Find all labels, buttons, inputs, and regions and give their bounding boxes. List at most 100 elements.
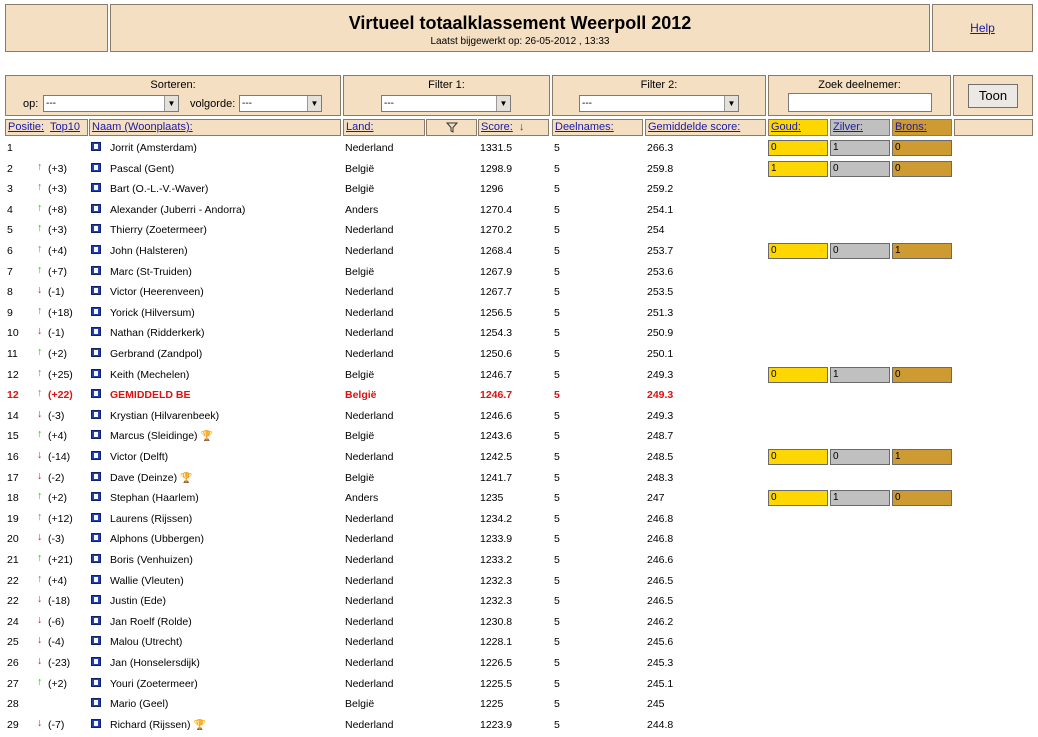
row-name: Alexander (Juberri - Andorra) [110, 204, 245, 216]
search-input[interactable] [788, 93, 932, 112]
table-row: 17 ↓ (-2) Dave (Deinze) 🏆 België 1241.7 5 248.3 [0, 468, 1038, 489]
participant-name: Keith (Mechelen) [110, 368, 190, 381]
silver-count: 0 [830, 449, 890, 465]
row-avg: 246.8 [647, 533, 674, 546]
participant-name: Boris (Venhuizen) [110, 554, 193, 566]
arrow-up-icon: ↑ [37, 510, 43, 523]
row-name: Malou (Utrecht) [110, 636, 182, 648]
sort-position-link[interactable]: Positie: [8, 121, 44, 133]
row-position: 15 [7, 430, 19, 443]
top10-link[interactable]: Top10 [50, 121, 80, 133]
op-label: op: [23, 98, 39, 110]
filter2-label: Filter 2: [640, 79, 678, 91]
sort-field-select[interactable]: --- ▼ [43, 95, 179, 112]
row-avg: 248.7 [647, 430, 674, 443]
row-country: België [345, 368, 375, 381]
arrow-down-icon: ↓ [37, 634, 43, 647]
sort-score-link[interactable]: Score: [481, 121, 513, 133]
table-row: 22 ↑ (+4) Wallie (Vleuten) Nederland 1232.3 5 2… [0, 571, 1038, 592]
row-name: Bart (O.-L.-V.-Waver) [110, 183, 208, 195]
row-score: 1223.9 [480, 718, 513, 731]
row-position: 12 [7, 389, 19, 402]
row-avg: 250.1 [647, 348, 674, 360]
sort-gold-link[interactable]: Goud: [771, 121, 801, 133]
participant-name: Mario (Geel) [110, 698, 169, 711]
row-name: Marc (St-Truiden) [110, 266, 192, 278]
participant-name: Pascal (Gent) [110, 162, 175, 175]
table-row: 26 ↓ (-23) Jan (Honselersdijk) Nederland 1226… [0, 653, 1038, 674]
header-left-panel [5, 4, 108, 52]
sort-name-link[interactable]: Naam (Woonplaats): [92, 121, 193, 133]
row-entries: 5 [554, 142, 560, 154]
sort-country-link[interactable]: Land: [346, 121, 374, 133]
search-label: Zoek deelnemer: [818, 79, 901, 91]
arrow-up-icon: ↑ [37, 387, 43, 400]
flag-icon [91, 389, 101, 399]
row-avg: 245.6 [647, 636, 674, 649]
row-score: 1270.4 [480, 203, 513, 216]
arrow-down-icon: ↓ [37, 593, 43, 606]
sort-avg-link[interactable]: Gemiddelde score: [648, 121, 740, 133]
participant-name: Nathan (Ridderkerk) [110, 327, 205, 340]
row-name: Thierry (Zoetermeer) [110, 224, 207, 236]
row-avg: 246.8 [647, 512, 674, 525]
gold-count: 0 [768, 366, 828, 383]
row-name: Jorrit (Amsterdam) [110, 142, 197, 154]
row-entries: 5 [554, 595, 560, 608]
arrow-down-icon: ↓ [37, 613, 43, 626]
row-name: Victor (Delft) [110, 451, 168, 463]
row-change: (-23) [48, 657, 71, 669]
arrow-up-icon: ↑ [37, 304, 43, 317]
row-name: Keith (Mechelen) [110, 369, 189, 381]
show-button[interactable]: Toon [968, 84, 1018, 108]
row-position: 8 [7, 286, 13, 299]
title-panel: Virtueel totaalklassement Weerpoll 2012 … [110, 4, 930, 52]
row-change: (-1) [48, 327, 65, 340]
participant-name: Bart (O.-L.-V.-Waver) [110, 183, 209, 196]
filter2-select[interactable]: --- ▼ [579, 95, 739, 112]
row-change: (+2) [48, 492, 67, 505]
row-change: (+2) [48, 348, 67, 360]
bronze-count: 1 [892, 243, 952, 259]
flag-icon [91, 595, 101, 605]
funnel-icon [445, 122, 458, 133]
row-country: Nederland [345, 636, 394, 649]
flag-icon [91, 368, 101, 378]
row-name: Jan Roelf (Rolde) [110, 616, 192, 628]
flag-icon [91, 677, 101, 687]
row-avg: 254 [647, 224, 665, 237]
filter1-select[interactable]: --- ▼ [381, 95, 511, 112]
last-updated: Laatst bijgewerkt op: 26-05-2012 , 13:33 [430, 36, 610, 47]
position-header: Positie: Top10 [5, 119, 88, 136]
chevron-down-icon: ▼ [496, 96, 510, 111]
row-score: 1246.7 [480, 389, 513, 402]
row-change: (+3) [48, 224, 67, 237]
arrow-up-icon: ↑ [37, 263, 43, 276]
avg-header: Gemiddelde score: [645, 119, 766, 136]
flag-icon [91, 533, 101, 543]
sort-bronze-link[interactable]: Brons: [895, 121, 927, 133]
row-change: (+3) [48, 162, 67, 175]
row-change: (+12) [48, 512, 73, 525]
row-avg: 253.5 [647, 286, 674, 299]
sort-silver-link[interactable]: Zilver: [833, 121, 863, 133]
row-entries: 5 [554, 409, 560, 422]
arrow-up-icon: ↑ [37, 675, 43, 688]
sort-order-select[interactable]: --- ▼ [239, 95, 322, 112]
arrow-down-icon: ↓ [37, 716, 43, 729]
gold-count: 0 [768, 449, 828, 465]
page-title: Virtueel totaalklassement Weerpoll 2012 [348, 13, 692, 33]
help-link[interactable]: Help [970, 21, 995, 35]
filter-header[interactable] [426, 119, 477, 136]
row-score: 1228.1 [480, 636, 513, 649]
row-change: (+8) [48, 203, 67, 216]
arrow-up-icon: ↑ [37, 243, 43, 255]
arrow-down-icon: ↓ [37, 531, 43, 544]
row-change: (-1) [48, 286, 65, 299]
table-row: 11 ↑ (+2) Gerbrand (Zandpol) Nederland 1250.6… [0, 344, 1038, 365]
row-score: 1232.3 [480, 574, 513, 587]
arrow-up-icon: ↑ [37, 366, 43, 379]
row-country: Nederland [345, 512, 394, 525]
row-position: 17 [7, 471, 19, 484]
sort-entries-link[interactable]: Deelnames: [555, 121, 614, 133]
